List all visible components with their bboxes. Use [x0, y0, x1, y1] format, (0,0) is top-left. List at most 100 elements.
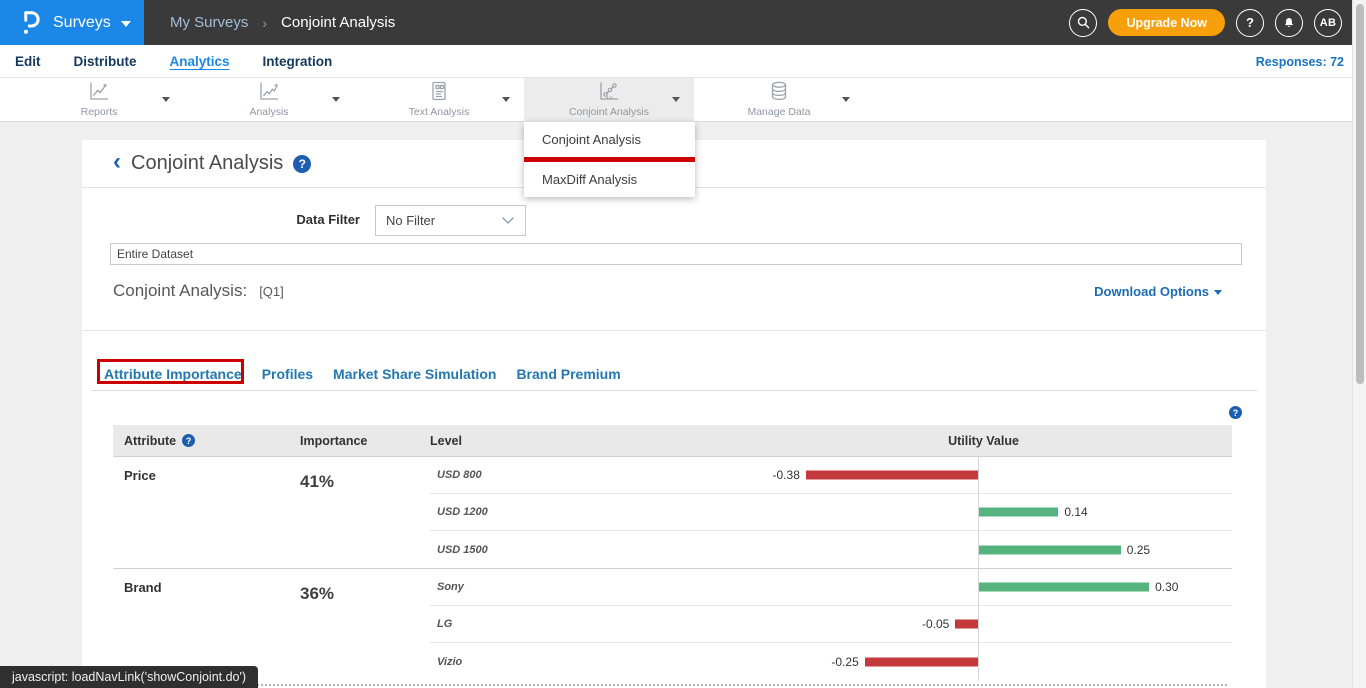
utility-value-label: -0.05	[922, 617, 949, 631]
back-button[interactable]: ‹	[113, 152, 121, 172]
nav-analytics[interactable]: Analytics	[170, 54, 230, 69]
utility-value-label: 0.25	[1127, 543, 1150, 557]
menu-item-maxdiff-analysis[interactable]: MaxDiff Analysis	[524, 162, 695, 197]
utility-bar-cell: -0.38	[735, 457, 1232, 493]
download-options-button[interactable]: Download Options	[1094, 284, 1222, 299]
chevron-down-icon	[501, 216, 515, 225]
page-title: Conjoint Analysis	[131, 152, 283, 175]
table-help-icon[interactable]: ?	[1229, 406, 1242, 419]
utility-bar-cell: -0.25	[735, 643, 1232, 680]
breadcrumb: My Surveys › Conjoint Analysis	[170, 0, 395, 45]
top-header-bar: Surveys My Surveys › Conjoint Analysis U…	[0, 0, 1366, 45]
data-filter-label: Data Filter	[232, 212, 360, 227]
product-label: Surveys	[53, 14, 111, 32]
attribute-name: Brand	[113, 569, 300, 680]
table-group-price: Price 41% USD 800 -0.38 USD 1200 0.14	[113, 456, 1232, 568]
tab-profiles[interactable]: Profiles	[261, 364, 314, 384]
tab-attribute-importance[interactable]: Attribute Importance	[103, 364, 243, 384]
chevron-down-icon[interactable]	[842, 97, 850, 102]
utility-value-label: 0.14	[1064, 505, 1087, 519]
chevron-down-icon	[121, 21, 131, 27]
toolbar-item-text-analysis[interactable]: Text Analysis	[354, 78, 524, 122]
chevron-down-icon[interactable]	[672, 97, 680, 102]
utility-bar-cell: 0.30	[735, 569, 1232, 605]
utility-bar	[979, 545, 1121, 554]
avatar[interactable]: AB	[1314, 9, 1342, 37]
questionpro-logo-icon	[20, 9, 43, 36]
upgrade-now-button[interactable]: Upgrade Now	[1108, 9, 1225, 36]
notifications-button[interactable]	[1275, 9, 1303, 37]
table-row: USD 1500 0.25	[430, 531, 1232, 568]
question-mark-icon: ?	[1246, 15, 1254, 30]
toolbar-item-reports[interactable]: Reports	[14, 78, 184, 122]
col-level: Level	[430, 434, 735, 448]
text-document-icon	[427, 81, 451, 103]
breadcrumb-separator: ›	[262, 15, 267, 31]
toolbar-item-manage-data[interactable]: Manage Data	[694, 78, 864, 122]
utility-bar	[806, 471, 978, 480]
level-label: Sony	[430, 569, 735, 605]
chevron-down-icon[interactable]	[332, 97, 340, 102]
product-switcher[interactable]: Surveys	[0, 0, 144, 45]
utility-bar	[979, 583, 1149, 592]
chevron-down-icon	[1214, 290, 1222, 295]
table-row: USD 800 -0.38	[430, 457, 1232, 494]
table-row: Sony 0.30	[430, 569, 1232, 606]
level-label: LG	[430, 606, 735, 642]
attribute-help-icon[interactable]: ?	[182, 434, 195, 447]
nav-distribute[interactable]: Distribute	[74, 54, 137, 69]
col-attribute: Attribute	[124, 434, 176, 448]
utility-bar-cell: 0.25	[735, 531, 1232, 568]
breadcrumb-my-surveys[interactable]: My Surveys	[170, 14, 248, 31]
tab-market-share-simulation[interactable]: Market Share Simulation	[332, 364, 497, 384]
col-utility-value: Utility Value	[735, 434, 1232, 448]
level-label: USD 800	[430, 457, 735, 493]
chevron-down-icon[interactable]	[502, 97, 510, 102]
header-actions: Upgrade Now ? AB	[1069, 0, 1342, 45]
level-label: USD 1200	[430, 494, 735, 530]
nav-integration[interactable]: Integration	[263, 54, 333, 69]
section-title: Conjoint Analysis:[Q1]	[113, 281, 284, 301]
utility-bar-cell: 0.14	[735, 494, 1232, 530]
survey-nav-row: Edit Distribute Analytics Integration Re…	[0, 45, 1366, 78]
utility-bar	[979, 508, 1058, 517]
trend-chart-icon	[257, 81, 281, 103]
utility-value-label: -0.38	[773, 468, 800, 482]
dataset-field[interactable]	[110, 243, 1242, 265]
toolbar-item-analysis[interactable]: Analysis	[184, 78, 354, 122]
importance-value: 36%	[300, 569, 430, 680]
search-icon	[1076, 15, 1091, 30]
table-row: Vizio -0.25	[430, 643, 1232, 680]
table-group-brand: Brand 36% Sony 0.30 LG -0.05	[113, 568, 1232, 680]
utility-value-label: -0.25	[831, 655, 858, 669]
menu-item-conjoint-analysis[interactable]: Conjoint Analysis	[524, 122, 695, 157]
responses-count[interactable]: Responses: 72	[1256, 45, 1344, 78]
result-tabs: Attribute Importance Profiles Market Sha…	[103, 364, 622, 384]
scrollbar-thumb[interactable]	[1356, 4, 1364, 384]
attribute-name: Price	[113, 457, 300, 568]
tab-brand-premium[interactable]: Brand Premium	[515, 364, 621, 384]
divider	[82, 330, 1266, 331]
scatter-chart-icon	[597, 81, 621, 103]
utility-bar-cell: -0.05	[735, 606, 1232, 642]
search-button[interactable]	[1069, 9, 1097, 37]
help-button[interactable]: ?	[1236, 9, 1264, 37]
chevron-down-icon[interactable]	[162, 97, 170, 102]
utility-value-label: 0.30	[1155, 580, 1178, 594]
data-filter-select[interactable]: No Filter	[375, 205, 526, 236]
level-label: USD 1500	[430, 531, 735, 568]
title-help-icon[interactable]: ?	[293, 155, 311, 173]
col-importance: Importance	[300, 434, 430, 448]
table-bottom-border	[113, 684, 1227, 686]
status-link-tooltip: javascript: loadNavLink('showConjoint.do…	[0, 666, 258, 688]
table-row: LG -0.05	[430, 606, 1232, 643]
nav-edit[interactable]: Edit	[15, 54, 41, 69]
conjoint-analysis-dropdown-menu: Conjoint Analysis MaxDiff Analysis	[524, 122, 695, 197]
toolbar-item-conjoint-analysis[interactable]: Conjoint Analysis	[524, 78, 694, 122]
table-row: USD 1200 0.14	[430, 494, 1232, 531]
utility-bar	[955, 620, 978, 629]
breadcrumb-current: Conjoint Analysis	[281, 14, 395, 31]
analytics-toolbar: Reports Analysis Text Analysis	[0, 78, 1366, 122]
content-panel: ‹ Conjoint Analysis ? Data Filter No Fil…	[82, 140, 1266, 688]
scrollbar-track[interactable]	[1352, 0, 1366, 688]
